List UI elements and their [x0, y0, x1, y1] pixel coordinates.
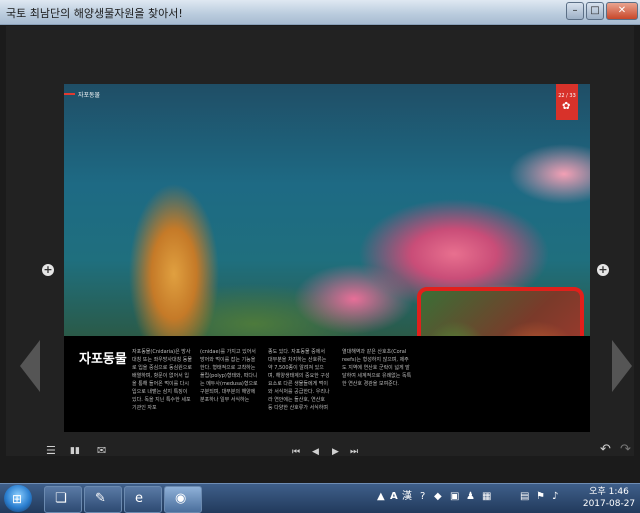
exit-icon[interactable]: ✉	[97, 445, 106, 457]
clock[interactable]: 오후 1:46 2017-08-27	[580, 486, 638, 510]
taskbar: ⊞ ❏ ✎ e ◉ ▲ A 漢 ? ◆ ▣ ♟ ▦ ▤ ⚑ ♪ 오후 1:46 …	[0, 483, 640, 513]
tray-app-icon[interactable]: ▣	[450, 491, 459, 503]
minimize-button[interactable]: –	[566, 2, 584, 20]
next-page-arrow-icon[interactable]	[612, 340, 632, 392]
prev-icon[interactable]: ◀	[312, 446, 319, 458]
clock-date: 2017-08-27	[582, 499, 636, 509]
taskbar-app[interactable]: e	[124, 486, 162, 513]
page-number: 22 / 33	[558, 93, 576, 99]
paint-icon: ✎	[95, 491, 106, 506]
body-column: (cnidae)를 가지고 있어서 방어와 먹이를 잡는 기능을 한다. 형태적…	[200, 349, 258, 403]
dual-page-icon[interactable]: ▮▮	[70, 445, 80, 457]
taskbar-app[interactable]: ❏	[44, 486, 82, 513]
body-column: 자포동물(Cnidaria)은 방사대칭 또는 좌우방사대칭 동물로 입을 중심…	[132, 349, 192, 411]
tray-app-icon[interactable]: ▦	[482, 491, 491, 503]
maximize-button[interactable]: □	[586, 2, 604, 20]
ie-icon: e	[135, 491, 143, 506]
section-tag: 자포동물	[64, 90, 100, 99]
close-button[interactable]: ✕	[606, 2, 638, 20]
prev-page-arrow-icon[interactable]	[20, 340, 40, 392]
taskbar-app-active[interactable]: ◉	[164, 486, 202, 513]
page-badge: 22 / 33 ✿	[556, 84, 578, 120]
window-title: 국토 최남단의 해양생물자원을 찾아서!	[6, 7, 183, 20]
start-button[interactable]: ⊞	[4, 485, 32, 512]
volume-icon[interactable]: ♪	[552, 491, 558, 503]
list-icon[interactable]: ☰	[46, 445, 56, 457]
body-column: 종도 있다. 자포동물 중에서 대부분을 차지하는 산호류는 약 7,500종이…	[268, 349, 330, 411]
undo-icon[interactable]: ↶	[600, 443, 611, 456]
app-window: 국토 최남단의 해양생물자원을 찾아서! – □ ✕ 자포동물 22 / 33 …	[0, 0, 640, 483]
ime-hanja-icon[interactable]: 漢	[402, 491, 412, 503]
first-page-icon[interactable]: ⏮	[292, 446, 300, 458]
tray-expand-icon[interactable]: ▲	[377, 491, 385, 503]
flag-icon[interactable]: ⚑	[536, 491, 545, 503]
title-bar[interactable]: 국토 최남단의 해양생물자원을 찾아서! – □ ✕	[0, 0, 640, 25]
zoom-plus-left-icon[interactable]: +	[42, 264, 54, 276]
windows-icon: ⊞	[12, 492, 23, 506]
redo-icon[interactable]: ↷	[620, 443, 631, 456]
book-page: 자포동물 22 / 33 ✿ 자포동물 자포동물(Cnidaria)은 방사대칭…	[64, 84, 590, 432]
clock-time: 오후 1:46	[589, 487, 629, 497]
tray-app-icon[interactable]: ♟	[466, 491, 475, 503]
help-icon[interactable]: ?	[420, 491, 425, 503]
taskbar-app[interactable]: ✎	[84, 486, 122, 513]
zoom-plus-right-icon[interactable]: +	[597, 264, 609, 276]
coral-icon: ✿	[562, 101, 571, 112]
network-icon[interactable]: ▤	[520, 491, 529, 503]
last-page-icon[interactable]: ⏭	[350, 446, 358, 458]
ebook-app-icon: ◉	[175, 491, 187, 506]
ime-a-icon[interactable]: A	[390, 491, 398, 503]
page-text-area: 자포동물 자포동물(Cnidaria)은 방사대칭 또는 좌우방사대칭 동물로 …	[64, 336, 590, 432]
next-icon[interactable]: ▶	[332, 446, 339, 458]
app-icon: ❏	[55, 491, 67, 506]
tray-app-icon[interactable]: ◆	[434, 491, 442, 503]
page-heading: 자포동물	[79, 352, 127, 367]
bottom-toolbar: ☰ ▮▮ ✉ ⏮ ◀ ▶ ⏭ ↶ ↷	[0, 440, 640, 462]
body-column: 열대해역과 같은 산호초(Coral reefs)는 형성하지 않으며, 제주도…	[342, 349, 412, 387]
